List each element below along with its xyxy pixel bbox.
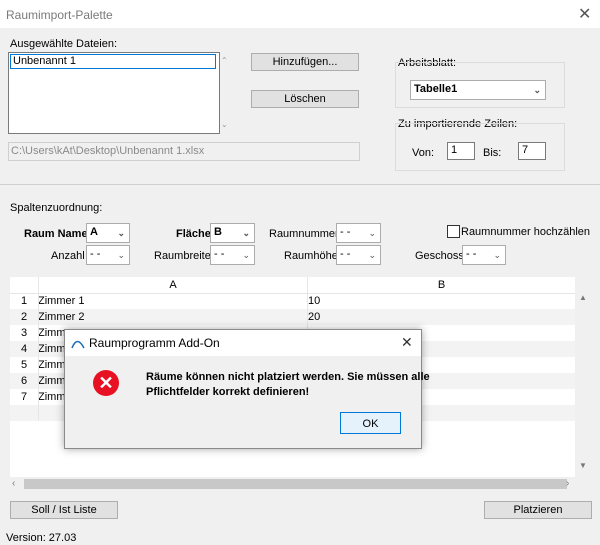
dialog-title: Raumprogramm Add-On <box>89 336 220 350</box>
scroll-down-icon[interactable]: ⌄ <box>221 120 228 129</box>
column-header-b[interactable]: B <box>308 277 575 293</box>
chevron-down-icon: ⌄ <box>368 228 376 238</box>
selected-files-label: Ausgewählte Dateien: <box>10 38 118 50</box>
error-icon: ✕ <box>93 370 119 396</box>
scroll-thumb[interactable] <box>24 479 567 489</box>
version-label: Version: 27.03 <box>6 532 77 544</box>
increment-checkbox[interactable] <box>447 225 460 238</box>
floor-select[interactable]: - - ⌄ <box>462 245 506 265</box>
window-title: Raumimport-Palette <box>6 8 113 22</box>
cell-a[interactable]: Zimm <box>38 389 66 405</box>
scroll-down-icon[interactable]: ▼ <box>579 461 587 470</box>
chevron-down-icon: ⌄ <box>533 85 541 95</box>
files-listbox[interactable]: Unbenannt 1 <box>8 52 220 134</box>
window-titlebar: Raumimport-Palette ✕ <box>0 0 600 28</box>
column-mapping-label: Spaltenzuordnung: <box>10 202 103 214</box>
cell-b[interactable]: 10 <box>308 293 320 309</box>
from-input[interactable]: 1 <box>447 142 475 160</box>
close-icon[interactable]: ✕ <box>578 4 591 24</box>
room-height-select[interactable]: - - ⌄ <box>336 245 381 265</box>
chevron-down-icon: ⌄ <box>242 228 250 238</box>
room-width-label: Raumbreite <box>154 250 211 262</box>
count-select[interactable]: - - ⌄ <box>86 245 130 265</box>
floor-value: - - <box>466 248 477 260</box>
worksheet-select[interactable]: Tabelle1 ⌄ <box>410 80 546 100</box>
room-number-label: Raumnummer <box>269 228 339 240</box>
row-number: 6 <box>20 375 28 387</box>
room-name-label: Raum Name <box>24 228 88 240</box>
row-number: 7 <box>20 391 28 403</box>
area-label: Fläche <box>176 228 211 240</box>
table-row[interactable]: 2 Zimmer 2 20 <box>10 309 575 325</box>
area-value: B <box>214 226 222 238</box>
grid-header: A B <box>10 277 575 294</box>
room-name-select[interactable]: A ⌄ <box>86 223 130 243</box>
row-number: 1 <box>20 295 28 307</box>
cell-a[interactable]: Zimmer 1 <box>38 293 84 309</box>
scroll-right-icon[interactable]: › <box>566 478 569 489</box>
grid-divider <box>38 277 39 421</box>
section-divider <box>0 184 600 185</box>
cell-a[interactable]: Zimm <box>38 325 66 341</box>
chevron-down-icon: ⌄ <box>117 250 125 260</box>
vertical-scrollbar[interactable]: ▲ ▼ <box>575 277 590 477</box>
chevron-down-icon: ⌄ <box>493 250 501 260</box>
cell-a[interactable]: Zimmer 2 <box>38 309 84 325</box>
delete-button[interactable]: Löschen <box>251 90 359 108</box>
room-height-label: Raumhöhe <box>284 250 338 262</box>
row-number: 2 <box>20 311 28 323</box>
from-label: Von: <box>412 147 435 159</box>
room-width-value: - - <box>214 248 225 260</box>
close-icon[interactable]: ✕ <box>401 334 413 351</box>
cell-a[interactable]: Zimm <box>38 357 66 373</box>
row-number: 3 <box>20 327 28 339</box>
room-height-value: - - <box>340 248 351 260</box>
room-name-value: A <box>90 226 98 238</box>
file-path-text: C:\Users\kAt\Desktop\Unbenannt 1.xlsx <box>11 145 205 157</box>
floor-label: Geschoss <box>415 250 464 262</box>
chevron-down-icon: ⌄ <box>368 250 376 260</box>
worksheet-value: Tabelle1 <box>414 83 458 95</box>
chevron-down-icon: ⌄ <box>242 250 250 260</box>
room-width-select[interactable]: - - ⌄ <box>210 245 255 265</box>
place-button[interactable]: Platzieren <box>484 501 592 519</box>
row-number: 4 <box>20 343 28 355</box>
to-label: Bis: <box>483 147 502 159</box>
scroll-up-icon[interactable]: ⌃ <box>221 56 228 65</box>
row-number: 5 <box>20 359 28 371</box>
dialog-message-line2: Pflichtfelder korrekt definieren! <box>146 386 310 398</box>
area-select[interactable]: B ⌄ <box>210 223 255 243</box>
dialog-message-line1: Räume können nicht platziert werden. Sie… <box>146 371 430 383</box>
increment-label: Raumnummer hochzählen <box>461 226 591 238</box>
file-path-field: C:\Users\kAt\Desktop\Unbenannt 1.xlsx <box>8 142 360 161</box>
scroll-up-icon[interactable]: ▲ <box>579 293 587 302</box>
add-button[interactable]: Hinzufügen... <box>251 53 359 71</box>
room-number-value: - - <box>340 226 351 238</box>
cell-b[interactable]: 20 <box>308 309 320 325</box>
table-row[interactable]: 1 Zimmer 1 10 <box>10 293 575 309</box>
file-item[interactable]: Unbenannt 1 <box>10 54 216 69</box>
cell-a[interactable]: Zimm <box>38 341 66 357</box>
ok-button[interactable]: OK <box>340 412 401 434</box>
app-logo-icon <box>71 340 85 349</box>
error-dialog: Raumprogramm Add-On ✕ ✕ Räume können nic… <box>64 329 430 449</box>
horizontal-scrollbar[interactable]: ‹ › <box>10 477 575 491</box>
column-header-a[interactable]: A <box>38 277 308 293</box>
room-number-select[interactable]: - - ⌄ <box>336 223 381 243</box>
cell-a[interactable]: Zimm <box>38 373 66 389</box>
count-value: - - <box>90 248 101 260</box>
to-input[interactable]: 7 <box>518 142 546 160</box>
chevron-down-icon: ⌄ <box>117 228 125 238</box>
count-label: Anzahl <box>51 250 85 262</box>
target-actual-list-button[interactable]: Soll / Ist Liste <box>10 501 118 519</box>
scroll-left-icon[interactable]: ‹ <box>12 478 15 489</box>
dialog-titlebar: Raumprogramm Add-On ✕ <box>65 330 421 356</box>
